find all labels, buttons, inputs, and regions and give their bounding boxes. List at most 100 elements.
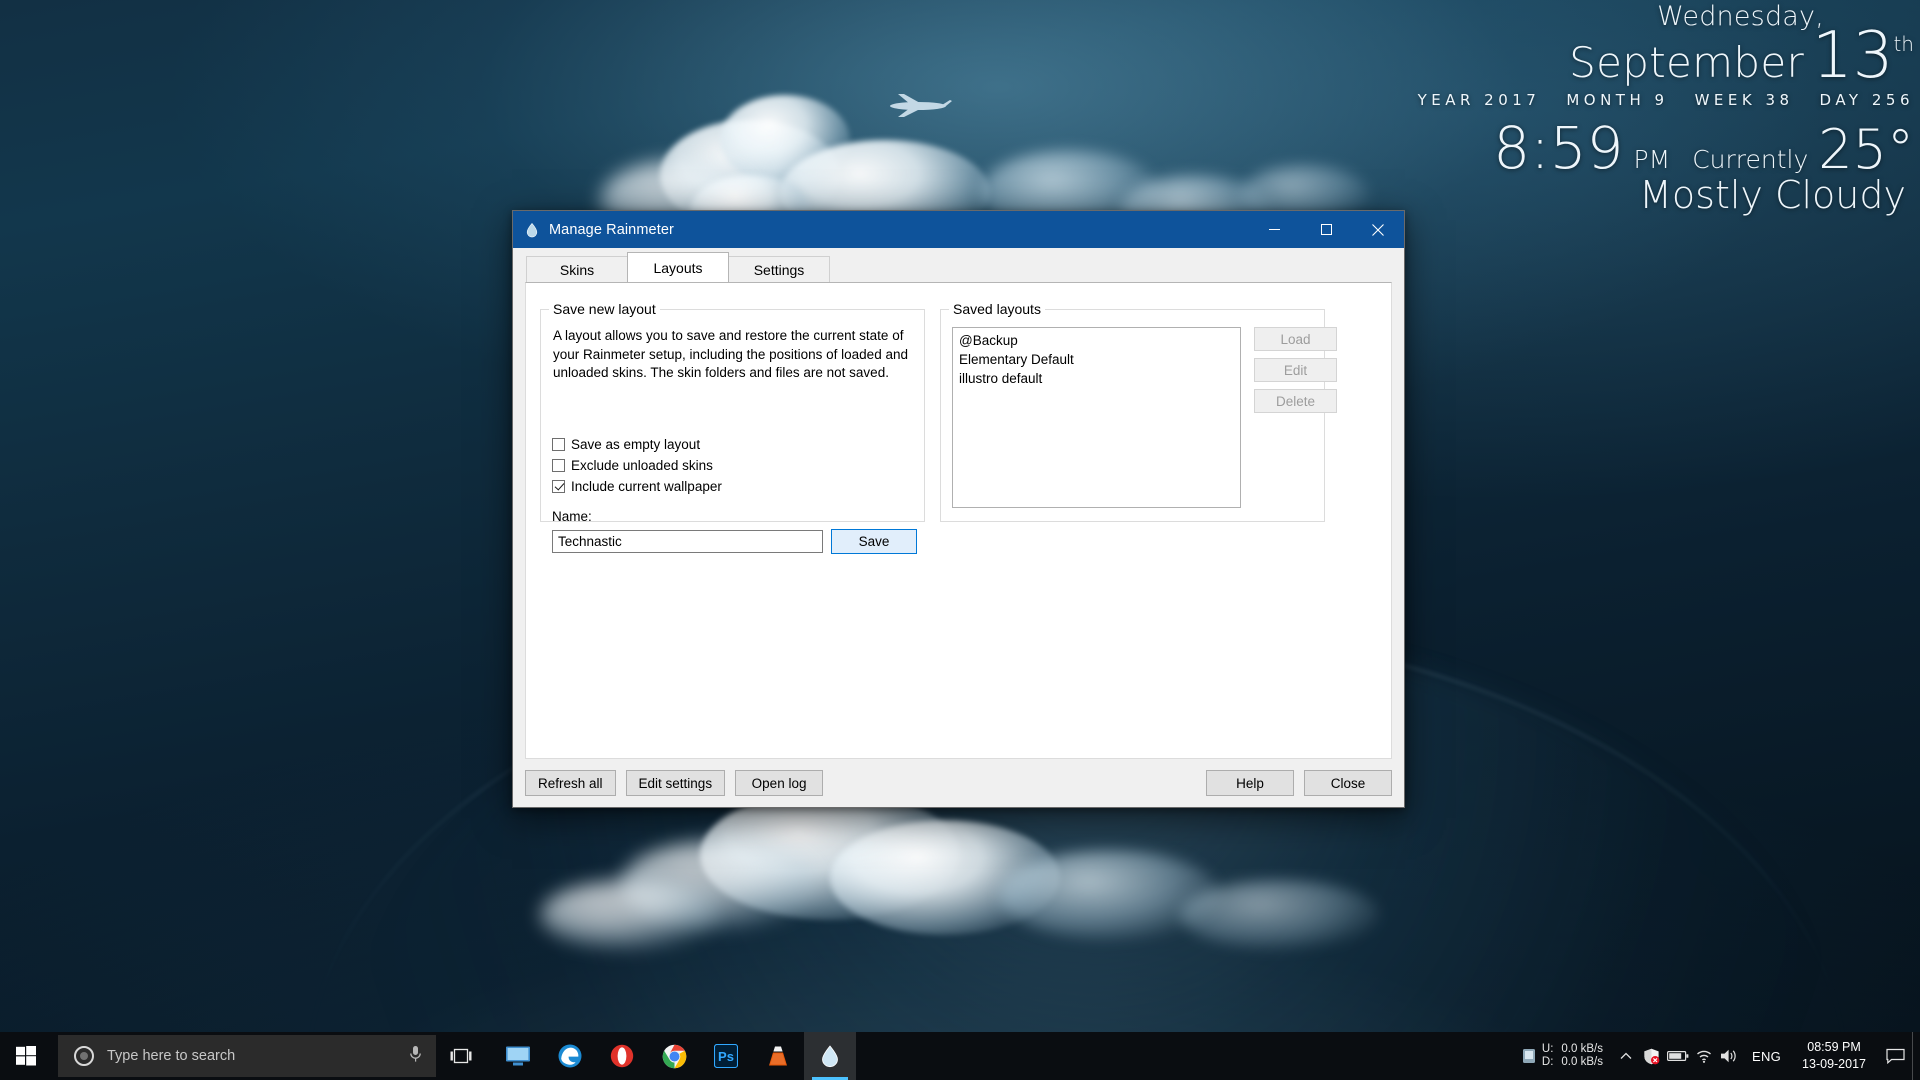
desktop: Wednesday, September 13 th YEAR 2017 MON…: [0, 0, 1920, 1080]
search-input[interactable]: Type here to search: [58, 1035, 436, 1077]
language-indicator[interactable]: ENG: [1743, 1032, 1790, 1080]
close-button[interactable]: [1352, 211, 1404, 248]
help-button[interactable]: Help: [1206, 770, 1294, 796]
load-layout-button[interactable]: Load: [1254, 327, 1337, 351]
tab-layouts-label: Layouts: [653, 259, 703, 276]
netmeter-values: 0.0 kB/s 0.0 kB/s: [1561, 1043, 1603, 1069]
rainmeter-icon[interactable]: [804, 1032, 856, 1080]
wifi-icon[interactable]: [1691, 1032, 1717, 1080]
close-window-button[interactable]: Close: [1304, 770, 1392, 796]
airplane-icon: [890, 94, 952, 117]
download-value: 0.0 kB/s: [1561, 1056, 1603, 1068]
photoshop-icon[interactable]: Ps: [700, 1032, 752, 1080]
save-new-layout-legend: Save new layout: [549, 301, 660, 317]
widget-time: 8:59: [1493, 113, 1624, 182]
layout-name-input[interactable]: Technastic: [552, 530, 823, 553]
delete-button-label: Delete: [1275, 393, 1316, 409]
battery-icon[interactable]: [1665, 1032, 1691, 1080]
window-footer: Refresh all Edit settings Open log Help …: [513, 759, 1404, 807]
rainmeter-clock-weather-widget: Wednesday, September 13 th YEAR 2017 MON…: [1354, 2, 1914, 217]
search-placeholder: Type here to search: [107, 1048, 236, 1064]
list-item[interactable]: @Backup: [953, 331, 1240, 350]
cloud-decoration: [620, 840, 820, 930]
checkbox-include-current-wallpaper[interactable]: Include current wallpaper: [552, 479, 722, 494]
name-label: Name:: [552, 509, 592, 524]
tab-settings[interactable]: Settings: [728, 256, 830, 282]
checkbox-box[interactable]: [552, 459, 565, 472]
taskbar-clock[interactable]: 08:59 PM 13-09-2017: [1790, 1032, 1878, 1080]
edit-settings-label: Edit settings: [638, 775, 713, 791]
netmeter-labels: U: D:: [1542, 1043, 1554, 1069]
list-item[interactable]: Elementary Default: [953, 350, 1240, 369]
maximize-button[interactable]: [1300, 211, 1352, 248]
widget-temperature: 25°: [1818, 117, 1914, 181]
minimize-button[interactable]: [1248, 211, 1300, 248]
widget-weekday: Wednesday,: [1657, 1, 1824, 32]
rainmeter-droplet-icon: [524, 222, 540, 238]
checkbox-box[interactable]: [552, 438, 565, 451]
saved-layouts-listbox[interactable]: @Backup Elementary Default illustro defa…: [952, 327, 1241, 508]
cloud-decoration: [540, 880, 720, 950]
download-label: D:: [1541, 1056, 1554, 1068]
list-item[interactable]: illustro default: [953, 369, 1240, 388]
tab-skins[interactable]: Skins: [526, 256, 628, 282]
cloud-decoration: [700, 790, 960, 920]
load-button-label: Load: [1280, 331, 1311, 347]
delete-layout-button[interactable]: Delete: [1254, 389, 1337, 413]
clock-date: 13-09-2017: [1802, 1057, 1866, 1071]
refresh-all-label: Refresh all: [538, 775, 603, 791]
layouts-tab-page: Save new layout A layout allows you to s…: [525, 282, 1392, 759]
microphone-icon[interactable]: [409, 1045, 422, 1068]
open-log-button[interactable]: Open log: [735, 770, 824, 796]
action-center-icon[interactable]: [1878, 1032, 1912, 1080]
layout-description-text: A layout allows you to save and restore …: [553, 328, 908, 380]
vlc-media-player-icon[interactable]: [752, 1032, 804, 1080]
widget-condition: Mostly Cloudy: [1639, 172, 1906, 217]
system-tray: U: D: 0.0 kB/s 0.0 kB/s ENG 08:59 PM 13-…: [1516, 1032, 1920, 1080]
windows-start-icon[interactable]: [0, 1032, 52, 1080]
saved-layouts-legend: Saved layouts: [949, 301, 1045, 317]
checkbox-label: Include current wallpaper: [571, 479, 722, 494]
save-button-label: Save: [858, 534, 890, 549]
checkbox-exclude-unloaded-skins[interactable]: Exclude unloaded skins: [552, 458, 713, 473]
widget-stat-day: DAY 256: [1819, 90, 1914, 109]
cloud-decoration: [720, 95, 850, 185]
tab-layouts[interactable]: Layouts: [627, 252, 729, 282]
widget-time-weather-row: 8:59 PM Currently 25°: [1354, 119, 1914, 177]
widget-ampm: PM: [1633, 144, 1671, 174]
netmeter-skin-icon[interactable]: [1516, 1032, 1542, 1080]
widget-stat-month: MONTH 9: [1566, 90, 1669, 109]
svg-text:Ps: Ps: [718, 1049, 734, 1064]
widget-stats-row: YEAR 2017 MONTH 9 WEEK 38 DAY 256: [1354, 91, 1914, 109]
widget-month: September: [1569, 37, 1805, 87]
widget-stat-year: YEAR 2017: [1417, 90, 1541, 109]
opera-browser-icon[interactable]: [596, 1032, 648, 1080]
task-view-icon[interactable]: [436, 1032, 486, 1080]
save-button[interactable]: Save: [831, 529, 917, 554]
widget-day-ordinal: th: [1893, 31, 1914, 56]
volume-icon[interactable]: [1717, 1032, 1743, 1080]
microsoft-edge-icon[interactable]: [544, 1032, 596, 1080]
clock-time: 08:59 PM: [1807, 1040, 1861, 1054]
checkbox-box[interactable]: [552, 480, 565, 493]
edit-button-label: Edit: [1283, 362, 1308, 378]
edit-settings-button[interactable]: Edit settings: [625, 770, 726, 796]
footer-right-buttons: Help Close: [1196, 770, 1392, 796]
show-hidden-icons-chevron-icon[interactable]: [1613, 1032, 1639, 1080]
refresh-all-button[interactable]: Refresh all: [525, 770, 616, 796]
this-pc-icon[interactable]: [492, 1032, 544, 1080]
upload-label: U:: [1541, 1043, 1554, 1055]
save-new-layout-group: Save new layout A layout allows you to s…: [540, 301, 925, 554]
window-titlebar[interactable]: Manage Rainmeter: [513, 211, 1404, 248]
cloud-decoration: [830, 820, 1060, 935]
checkbox-save-as-empty-layout[interactable]: Save as empty layout: [552, 437, 700, 452]
close-label: Close: [1330, 775, 1366, 791]
show-desktop-button[interactable]: [1912, 1032, 1920, 1080]
name-row: Technastic Save: [552, 529, 917, 554]
manage-rainmeter-window: Manage Rainmeter Skins Layouts Settings: [512, 210, 1405, 808]
edit-layout-button[interactable]: Edit: [1254, 358, 1337, 382]
google-chrome-icon[interactable]: [648, 1032, 700, 1080]
upload-value: 0.0 kB/s: [1561, 1043, 1603, 1055]
security-shield-icon[interactable]: [1639, 1032, 1665, 1080]
tab-strip: Skins Layouts Settings: [513, 248, 1404, 282]
